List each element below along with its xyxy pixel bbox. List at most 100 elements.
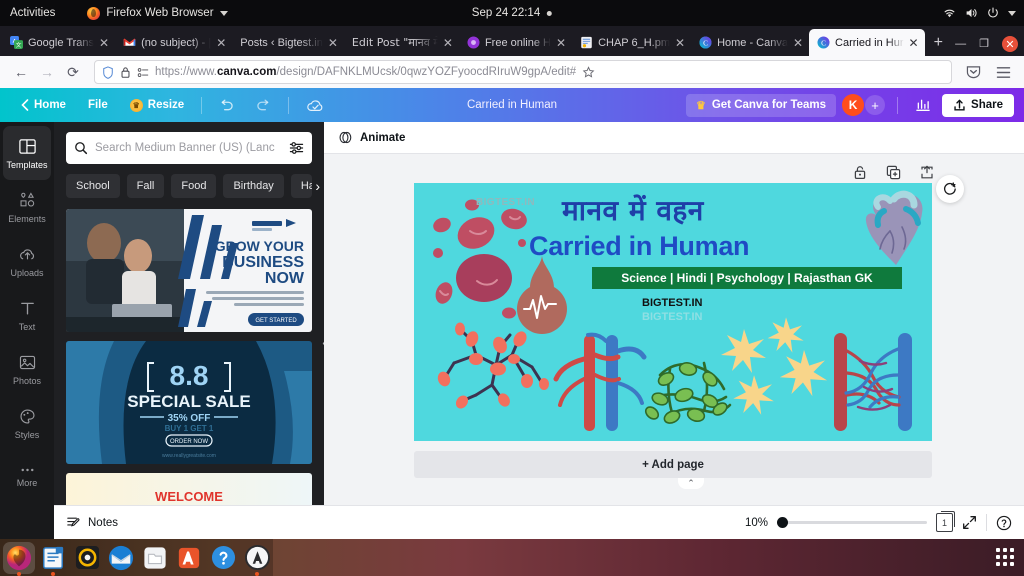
minimize-button[interactable]: — — [955, 38, 966, 50]
get-canva-for-teams-button[interactable]: ♛ Get Canva for Teams — [685, 93, 837, 117]
page-number: 1 — [941, 517, 947, 528]
fullscreen-icon[interactable] — [962, 515, 977, 530]
maximize-button[interactable]: ❐ — [979, 38, 989, 50]
new-tab-button[interactable]: + — [925, 34, 952, 56]
add-page-button[interactable]: + Add page — [414, 451, 932, 478]
design-title-hindi[interactable]: मानव में वहन — [562, 191, 704, 229]
refresh-design-button[interactable] — [936, 175, 964, 203]
canva-icon: C — [817, 36, 830, 49]
canvas-area[interactable]: BIGTEST.IN मानव में वहन Carried in Human… — [324, 154, 1024, 539]
close-icon[interactable]: ✕ — [909, 37, 919, 49]
dock-item-firefox[interactable] — [3, 541, 35, 574]
browser-tab[interactable]: Free online H ✕ — [459, 29, 572, 56]
show-applications-icon[interactable] — [996, 548, 1014, 566]
close-icon[interactable]: ✕ — [556, 37, 566, 49]
sidebar-item-text[interactable]: Text — [0, 288, 54, 342]
svg-text:NOW: NOW — [265, 270, 305, 287]
animate-button[interactable]: Animate — [360, 132, 405, 144]
chevron-down-icon — [219, 10, 228, 16]
sidebar-item-uploads[interactable]: Uploads — [0, 234, 54, 288]
bookmark-star-icon[interactable] — [582, 65, 595, 79]
browser-tab-active[interactable]: C Carried in Hur ✕ — [809, 29, 925, 56]
search-input[interactable]: Search Medium Banner (US) (Lanc — [66, 132, 312, 164]
sidebar-item-templates[interactable]: Templates — [3, 126, 51, 180]
filter-chip[interactable]: School — [66, 174, 120, 198]
browser-tab[interactable]: A 文 Google Trans ✕ — [2, 29, 115, 56]
add-page-icon[interactable] — [920, 165, 934, 180]
avatar[interactable]: K — [842, 94, 865, 116]
zoom-slider[interactable] — [777, 516, 927, 528]
template-thumbnail[interactable]: 8.8 SPECIAL SALE 35% OFF BUY 1 GET 1 ORD… — [66, 341, 312, 464]
lock-icon[interactable] — [853, 165, 867, 180]
browser-tab[interactable]: CHAP 6_H.pm ✕ — [572, 29, 691, 56]
notes-button[interactable]: Notes — [66, 515, 118, 530]
share-button[interactable]: Share — [942, 93, 1014, 117]
close-icon[interactable]: ✕ — [99, 37, 109, 49]
divider — [897, 96, 899, 114]
file-menu-button[interactable]: File — [77, 94, 119, 116]
shield-icon[interactable] — [102, 65, 114, 79]
collapse-timeline-button[interactable]: ⌃ — [678, 478, 704, 489]
save-to-pocket-icon[interactable] — [960, 59, 986, 85]
close-icon[interactable]: ✕ — [216, 37, 226, 49]
resize-button[interactable]: ♛ Resize — [119, 94, 195, 117]
browser-tab[interactable]: Posts ‹ Bigtest.in ✕ — [232, 29, 344, 56]
dock-item-thunderbird[interactable] — [105, 542, 137, 574]
dock-item-help[interactable] — [207, 542, 239, 574]
filter-chip[interactable]: Birthday — [223, 174, 284, 198]
filter-chip[interactable]: Food — [171, 174, 217, 198]
back-button[interactable]: ← — [8, 59, 34, 85]
sidebar-item-more[interactable]: More — [0, 450, 54, 504]
duplicate-page-icon[interactable] — [886, 165, 901, 180]
dock-item-app-center[interactable] — [241, 542, 273, 574]
close-icon[interactable]: ✕ — [675, 37, 685, 49]
close-icon[interactable]: ✕ — [443, 37, 453, 49]
activities-button[interactable]: Activities — [0, 7, 65, 19]
close-icon[interactable]: ✕ — [328, 37, 338, 49]
close-window-button[interactable]: ✕ — [1002, 36, 1018, 52]
sidebar-item-styles[interactable]: Styles — [0, 396, 54, 450]
menu-icon[interactable] — [990, 59, 1016, 85]
design-watermark-ghost: BIGTEST.IN — [642, 311, 703, 323]
browser-tab[interactable]: Edit Post "मानव में ✕ — [344, 29, 459, 56]
sidebar-item-elements[interactable]: Elements — [0, 180, 54, 234]
filter-chip[interactable]: Fall — [126, 174, 165, 198]
browser-tab[interactable]: (no subject) - | ✕ — [115, 29, 232, 56]
dock-item-rhythmbox[interactable] — [71, 542, 103, 574]
design-canvas-page[interactable]: BIGTEST.IN मानव में वहन Carried in Human… — [414, 183, 932, 441]
dock-item-libreoffice-writer[interactable] — [37, 542, 69, 574]
files-icon — [144, 546, 166, 569]
home-button[interactable]: Home — [10, 94, 77, 116]
insights-button[interactable] — [910, 93, 936, 117]
invite-members-button[interactable]: + — [865, 95, 886, 115]
document-title[interactable]: Carried in Human — [467, 99, 557, 111]
design-subject-banner[interactable]: Science | Hindi | Psychology | Rajasthan… — [592, 267, 902, 289]
reader-icon[interactable] — [137, 67, 149, 78]
dock-item-files[interactable] — [139, 542, 171, 574]
sidebar-item-photos[interactable]: Photos — [0, 342, 54, 396]
active-app-menu[interactable]: Firefox Web Browser — [87, 6, 228, 20]
template-thumbnail[interactable]: GROW YOUR BUSINESS NOW GET STARTED — [66, 209, 312, 332]
page-count-button[interactable]: 1 — [936, 511, 955, 532]
sidebar-item-label: Styles — [14, 429, 40, 440]
undo-button[interactable] — [208, 94, 245, 117]
filter-icon[interactable] — [289, 141, 304, 155]
help-icon[interactable] — [996, 515, 1012, 531]
browser-tab[interactable]: C Home - Canva ✕ — [691, 29, 809, 56]
address-bar[interactable]: https://www.canva.com/design/DAFNKLMUcsk… — [94, 60, 952, 84]
chevron-right-icon[interactable]: › — [315, 178, 320, 194]
close-icon[interactable]: ✕ — [793, 37, 803, 49]
design-title-english[interactable]: Carried in Human — [529, 231, 750, 262]
redo-button[interactable] — [245, 94, 282, 117]
doc-icon — [581, 36, 592, 49]
zoom-slider-knob[interactable] — [777, 516, 788, 528]
lock-icon[interactable] — [120, 66, 131, 79]
system-status-menu[interactable] — [943, 7, 1016, 19]
dock-item-ubuntu-software[interactable] — [173, 542, 205, 574]
forward-button[interactable]: → — [34, 59, 60, 85]
reload-button[interactable]: ⟳ — [60, 59, 86, 85]
filter-chip[interactable]: Hallow — [290, 174, 312, 198]
cloud-saved-button[interactable] — [295, 93, 336, 118]
clock-menu[interactable]: Sep 24 22:14 — [472, 7, 553, 19]
ubuntu-dock — [0, 539, 273, 576]
